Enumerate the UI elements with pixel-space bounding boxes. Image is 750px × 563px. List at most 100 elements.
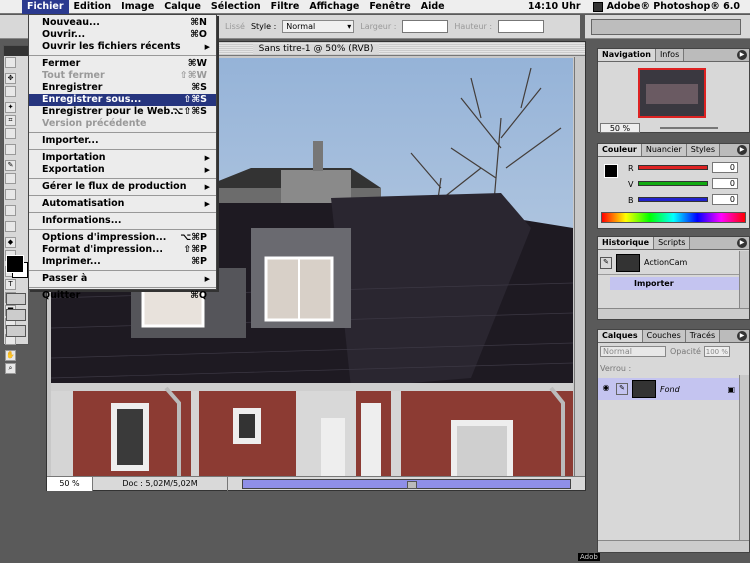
lasso-tool-icon[interactable]	[5, 86, 16, 97]
channel-slider[interactable]	[638, 181, 708, 186]
palette-menu-icon[interactable]: ▶	[737, 50, 747, 60]
type-tool-icon[interactable]: T	[5, 279, 16, 290]
tab-styles[interactable]: Styles	[686, 144, 720, 156]
menu-item-label: Enregistrer sous...	[42, 94, 142, 105]
opacity-field[interactable]: 100 %	[704, 346, 730, 357]
brush-tool-icon[interactable]: ✎	[5, 160, 16, 171]
menu-selection[interactable]: Sélection	[206, 0, 266, 14]
antialias-checkbox-label[interactable]: Lissé	[225, 22, 245, 31]
file-menu-item[interactable]: Fermer ⌘W	[29, 58, 216, 70]
eraser-tool-icon[interactable]	[5, 205, 16, 216]
move-tool-icon[interactable]: ✥	[5, 73, 16, 84]
file-menu-item[interactable]: Gérer le flux de production	[29, 181, 216, 193]
file-menu-item[interactable]: Nouveau... ⌘N	[29, 17, 216, 29]
tab-couches[interactable]: Couches	[642, 330, 686, 342]
layer-visibility-eye-icon[interactable]: ◉	[600, 383, 612, 395]
layers-scrollbar[interactable]	[739, 375, 749, 540]
palette-menu-icon[interactable]: ▶	[737, 238, 747, 248]
height-field[interactable]	[498, 20, 545, 33]
menu-clock[interactable]: 14:10 Uhr	[528, 1, 593, 12]
gradient-tool-icon[interactable]	[5, 221, 16, 232]
zoom-tool-icon[interactable]: ⌕	[5, 363, 16, 374]
file-menu-item[interactable]: Imprimer... ⌘P	[29, 256, 216, 268]
stamp-tool-icon[interactable]	[5, 173, 16, 184]
file-menu-dropdown: Nouveau... ⌘N Ouvrir... ⌘O Ouvrir les fichie…	[28, 14, 217, 301]
opacity-label: Opacité :	[670, 347, 707, 356]
healing-tool-icon[interactable]	[5, 144, 16, 155]
tab-nuancier[interactable]: Nuancier	[641, 144, 687, 156]
quick-mask-icon[interactable]	[6, 293, 26, 305]
menu-affichage[interactable]: Affichage	[304, 0, 364, 14]
marquee-tool-icon[interactable]	[5, 57, 16, 68]
palette-menu-icon[interactable]: ▶	[737, 145, 747, 155]
menu-item-label: Informations...	[42, 215, 122, 226]
channel-slider[interactable]	[638, 165, 708, 170]
adobe-online-badge[interactable]: Adob	[578, 553, 600, 561]
channel-value-field[interactable]: 0	[712, 194, 738, 205]
doc-size-info[interactable]: Doc : 5,02M/5,02M	[93, 476, 228, 491]
menu-fenetre[interactable]: Fenêtre	[364, 0, 415, 14]
file-menu-item[interactable]: Format d'impression... ⇧⌘P	[29, 244, 216, 256]
zoom-field[interactable]: 50 %	[47, 476, 93, 491]
file-menu-item[interactable]: Passer à	[29, 273, 216, 285]
file-menu-item[interactable]: Enregistrer sous... ⇧⌘S	[29, 94, 216, 106]
menu-filtre[interactable]: Filtre	[266, 0, 305, 14]
tab-scripts[interactable]: Scripts	[654, 237, 691, 249]
navigator-zoom-field[interactable]: 50 %	[600, 123, 640, 133]
file-menu-item[interactable]: Importation	[29, 152, 216, 164]
file-menu-item[interactable]: Ouvrir... ⌘O	[29, 29, 216, 41]
application-menu[interactable]: Adobe® Photoshop® 6.0	[592, 1, 750, 12]
tab-couleur[interactable]: Couleur	[598, 144, 642, 156]
history-scrollbar[interactable]	[739, 251, 749, 311]
history-state[interactable]: Importer	[610, 277, 739, 290]
channel-value-field[interactable]: 0	[712, 178, 738, 189]
palette-well-box[interactable]	[591, 19, 741, 35]
history-brush-tool-icon[interactable]	[5, 189, 16, 200]
file-menu-item[interactable]: Automatisation	[29, 198, 216, 210]
history-snapshot[interactable]: ✎ ActionCam	[598, 251, 739, 275]
menu-edition[interactable]: Edition	[69, 0, 117, 14]
layer-row-fond[interactable]: ◉ ✎ Fond ▣	[598, 378, 739, 400]
menu-image[interactable]: Image	[116, 0, 159, 14]
channel-slider[interactable]	[638, 197, 708, 202]
tab-infos[interactable]: Infos	[655, 49, 685, 61]
tab-calques[interactable]: Calques	[598, 330, 643, 342]
vertical-scrollbar[interactable]	[574, 57, 585, 476]
file-menu-item[interactable]: Options d'impression... ⌥⌘P	[29, 232, 216, 244]
navigator-thumbnail[interactable]	[638, 68, 706, 118]
history-brush-source-icon[interactable]: ✎	[600, 256, 612, 269]
layer-brush-icon[interactable]: ✎	[616, 383, 628, 395]
tab-traces[interactable]: Tracés	[685, 330, 721, 342]
navigator-zoom-slider[interactable]	[660, 127, 718, 129]
slice-tool-icon[interactable]	[5, 128, 16, 139]
menu-fichier[interactable]: Fichier	[22, 0, 69, 14]
tab-historique[interactable]: Historique	[598, 237, 655, 249]
file-menu-item[interactable]: Enregistrer ⌘S	[29, 82, 216, 94]
style-label: Style :	[250, 22, 277, 31]
file-menu-item[interactable]: Informations...	[29, 215, 216, 227]
crop-tool-icon[interactable]: ⌗	[5, 115, 16, 126]
style-select[interactable]: Normal	[282, 20, 355, 33]
tab-navigation[interactable]: Navigation	[598, 49, 656, 61]
file-menu-item: Version précédente	[29, 118, 216, 130]
blend-mode-select[interactable]: Normal	[600, 346, 666, 357]
palette-menu-icon[interactable]: ▶	[737, 331, 747, 341]
menu-calque[interactable]: Calque	[159, 0, 206, 14]
horizontal-scrollbar[interactable]	[242, 478, 571, 489]
width-field[interactable]	[402, 20, 449, 33]
foreground-color-swatch[interactable]	[6, 255, 24, 273]
jump-to-imageready-icon[interactable]	[6, 325, 26, 337]
color-fg-swatch[interactable]	[604, 164, 618, 178]
screen-mode-icon[interactable]	[6, 309, 26, 321]
magic-wand-tool-icon[interactable]: ✦	[5, 102, 16, 113]
blur-tool-icon[interactable]: ◆	[5, 237, 16, 248]
file-menu-item[interactable]: Exportation	[29, 164, 216, 176]
file-menu-item[interactable]: Ouvrir les fichiers récents	[29, 41, 216, 53]
menu-aide[interactable]: Aide	[416, 0, 450, 14]
hand-tool-icon[interactable]: ✋	[5, 350, 16, 361]
file-menu-item[interactable]: Importer...	[29, 135, 216, 147]
color-ramp[interactable]	[601, 212, 746, 223]
channel-value-field[interactable]: 0	[712, 162, 738, 173]
file-menu-item[interactable]: Enregistrer pour le Web... ⌥⇧⌘S	[29, 106, 216, 118]
file-menu-item[interactable]: Quitter ⌘Q	[29, 290, 216, 302]
